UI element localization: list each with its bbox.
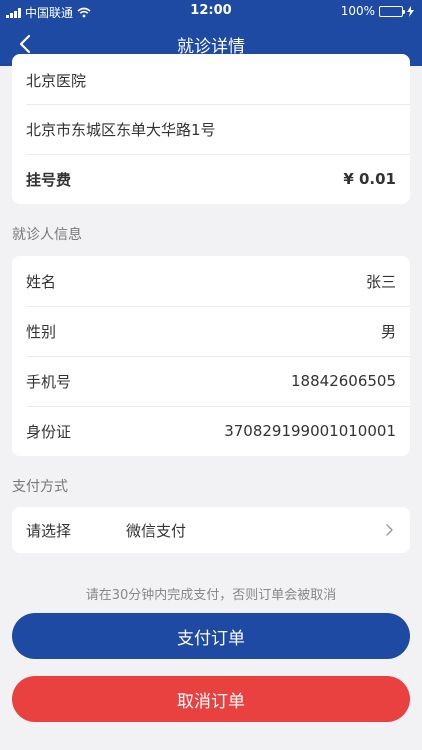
patient-row-name: 姓名 张三: [12, 256, 410, 306]
payment-method-value: 微信支付: [126, 521, 187, 540]
fee-row: 挂号费 ¥ 0.01: [12, 154, 410, 204]
fee-label: 挂号费: [26, 170, 72, 189]
patient-row-phone: 手机号 18842606505: [12, 356, 410, 406]
patient-card: 姓名 张三 性别 男 手机号 18842606505 身份证 370829199…: [12, 256, 410, 456]
status-right: 100%: [341, 4, 414, 18]
hospital-name-row: 北京医院: [12, 54, 410, 104]
fee-value: ¥ 0.01: [343, 170, 396, 188]
patient-row-gender: 性别 男: [12, 306, 410, 356]
hospital-address-row: 北京市东城区东单大华路1号: [12, 104, 410, 154]
row-value: 18842606505: [291, 372, 396, 390]
row-label: 身份证: [26, 422, 72, 441]
row-label: 姓名: [26, 272, 57, 291]
status-bar: 中国联通 12:00 100%: [0, 0, 422, 22]
payment-card: 请选择 微信支付: [12, 507, 410, 553]
pay-order-button[interactable]: 支付订单: [12, 613, 410, 659]
payment-notice: 请在30分钟内完成支付，否则订单会被取消: [85, 588, 337, 603]
chevron-right-icon: [386, 524, 393, 536]
row-value: 370829199001010001: [224, 422, 396, 440]
patient-row-id: 身份证 370829199001010001: [12, 406, 410, 456]
hospital-address: 北京市东城区东单大华路1号: [26, 120, 216, 139]
battery-icon: [379, 5, 405, 17]
row-label: 手机号: [26, 372, 72, 391]
patient-section-title: 就诊人信息: [12, 227, 82, 243]
row-value: 男: [380, 322, 396, 341]
hospital-name: 北京医院: [26, 71, 87, 90]
payment-method-selector[interactable]: 请选择 微信支付: [12, 507, 410, 553]
row-label: 性别: [26, 322, 57, 341]
battery-percent: 100%: [340, 4, 375, 18]
payment-section-title: 支付方式: [12, 479, 68, 495]
charging-icon: [407, 5, 414, 17]
hospital-card: 北京医院 北京市东城区东单大华路1号 挂号费 ¥ 0.01: [12, 54, 410, 204]
payment-select-label: 请选择: [26, 521, 72, 540]
cancel-order-button[interactable]: 取消订单: [12, 676, 410, 722]
row-value: 张三: [365, 272, 396, 291]
